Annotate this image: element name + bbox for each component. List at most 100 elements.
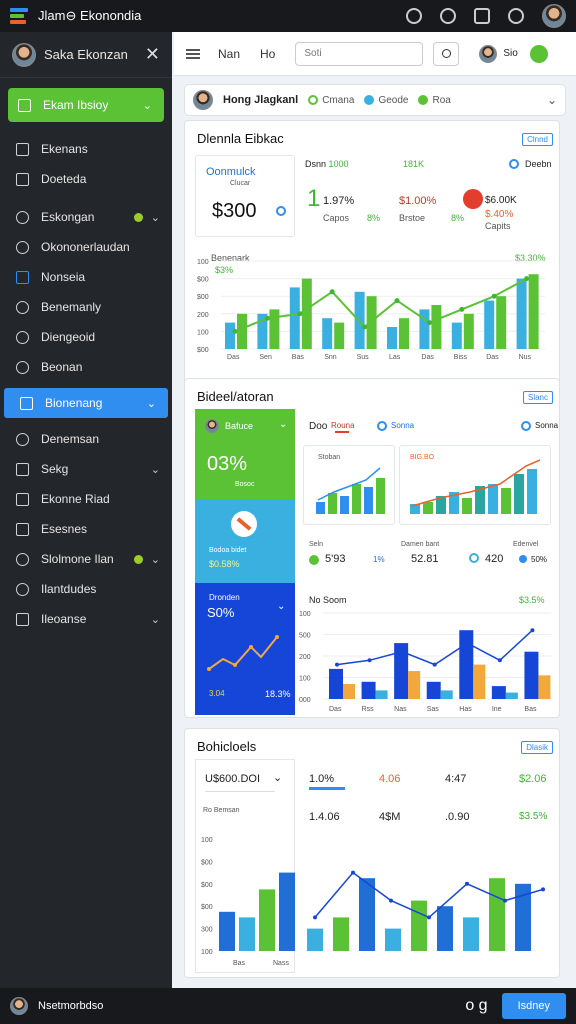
mini-bar bbox=[514, 474, 524, 514]
trend-point bbox=[497, 658, 502, 663]
radio-icon[interactable] bbox=[377, 421, 387, 431]
chevron-down-icon[interactable]: ⌄ bbox=[547, 93, 557, 107]
radio-icon[interactable] bbox=[509, 159, 519, 169]
filter-chip-3[interactable]: Roa bbox=[418, 95, 451, 106]
bar bbox=[440, 690, 453, 699]
dot-icon bbox=[519, 555, 527, 563]
mini-bar bbox=[352, 484, 361, 514]
sidebar-item-6[interactable]: Benemanly bbox=[0, 292, 172, 322]
sidebar-item-2[interactable]: Doeteda bbox=[0, 164, 172, 194]
trend-point bbox=[427, 915, 431, 920]
panel-title: Bohicloels bbox=[197, 739, 257, 754]
panel-button[interactable]: Slanc bbox=[522, 391, 553, 404]
sidebar-item-0[interactable]: Ekam Ibsioy ⌄ bbox=[8, 88, 164, 122]
search-button[interactable] bbox=[433, 41, 460, 66]
trend-point bbox=[465, 881, 469, 886]
x-tick-label: Das bbox=[227, 354, 240, 361]
close-icon[interactable]: ✕ bbox=[145, 44, 160, 65]
mini-chart-1[interactable]: Stoban bbox=[303, 445, 395, 525]
bar bbox=[431, 305, 442, 349]
globe-icon[interactable] bbox=[440, 8, 456, 24]
folder-icon bbox=[16, 142, 29, 156]
header-user-name: Sio bbox=[503, 48, 518, 59]
stat-3-percent: $.40% bbox=[485, 209, 514, 220]
sidebar-item-8[interactable]: Beonan bbox=[0, 352, 172, 382]
sidebar-item-7[interactable]: Diengeoid bbox=[0, 322, 172, 352]
sidebar-item-13[interactable]: Esesnes bbox=[0, 514, 172, 544]
sidebar-item-9[interactable]: Bionenang ⌄ bbox=[4, 388, 168, 418]
bar bbox=[361, 681, 376, 699]
radio-icon[interactable] bbox=[521, 421, 531, 431]
lock-icon[interactable] bbox=[474, 8, 490, 24]
bar bbox=[219, 911, 235, 951]
sidebar-item-11[interactable]: Sekg ⌄ bbox=[0, 454, 172, 484]
header-user[interactable]: Sio bbox=[479, 44, 518, 63]
panel-button[interactable]: Dlasik bbox=[521, 741, 553, 754]
y-tick-label: $00 bbox=[197, 277, 209, 284]
filter-chip-1[interactable]: Cmana bbox=[308, 95, 354, 106]
tab-2[interactable]: Rouna bbox=[331, 421, 355, 430]
mini-chart-2[interactable]: BIG.BO bbox=[399, 445, 551, 525]
summary-card[interactable]: Oonmulck Clucar $300 bbox=[195, 155, 295, 237]
nav-link-2[interactable]: Ho bbox=[260, 47, 275, 61]
sidebar-item-5[interactable]: Nonseia bbox=[0, 262, 172, 292]
green-tile[interactable]: Bafuce ⌄ 03% Bosoc bbox=[195, 409, 295, 499]
bottom-action-button[interactable]: Isdney bbox=[501, 993, 566, 1019]
x-tick-label: Bas bbox=[524, 706, 537, 713]
sidebar-item-12[interactable]: Ekonne Riad bbox=[0, 484, 172, 514]
trend-point bbox=[400, 649, 405, 654]
filter-chip-2[interactable]: Geode bbox=[364, 95, 408, 106]
stat-label: Edenvel bbox=[513, 541, 539, 548]
period-dropdown[interactable]: U$600.DOI bbox=[205, 773, 260, 785]
sidebar-item-3[interactable]: Eskongan ⌄ bbox=[0, 202, 172, 232]
tab-4[interactable]: Sonna bbox=[535, 421, 558, 430]
sidebar-item-16[interactable]: Ileoanse ⌄ bbox=[0, 604, 172, 634]
teal-tile[interactable]: Bodoa bidet $0.58% bbox=[195, 499, 295, 583]
panel-button[interactable]: Clnnd bbox=[522, 133, 553, 146]
search-input[interactable] bbox=[295, 41, 424, 66]
list-icon bbox=[16, 492, 29, 506]
card-subtitle: Clucar bbox=[230, 180, 251, 187]
stat-label: Damen bant bbox=[401, 541, 440, 548]
tool-icon bbox=[231, 511, 257, 537]
x-tick-label: Las bbox=[389, 354, 401, 361]
blue-tile[interactable]: Dronden S0% ⌄ 3.04 18.3% bbox=[195, 583, 295, 715]
main-content: Nan Ho Sio Hong Jlagkanl Cmana Geode Roa… bbox=[174, 32, 576, 988]
bar bbox=[237, 313, 247, 349]
sidebar-item-1[interactable]: Ekenans bbox=[0, 134, 172, 164]
settings-icon[interactable] bbox=[406, 8, 422, 24]
nav-link-1[interactable]: Nan bbox=[218, 47, 240, 61]
avatar[interactable] bbox=[542, 4, 566, 28]
tab-underline bbox=[335, 431, 349, 433]
y-tick-label: 500 bbox=[299, 633, 311, 640]
bar bbox=[333, 917, 349, 951]
bottom-label: Nsetmorbdso bbox=[38, 1000, 104, 1012]
tab-1[interactable]: Doo bbox=[309, 421, 327, 432]
gear-icon[interactable] bbox=[508, 8, 524, 24]
sidebar: Saka Ekonzan ✕ Ekam Ibsioy ⌄ Ekenans Doe… bbox=[0, 32, 172, 988]
bar bbox=[279, 872, 295, 951]
stat-value: 5'93 bbox=[325, 553, 346, 565]
sidebar-item-label: Bionenang bbox=[45, 396, 103, 410]
menu-icon[interactable] bbox=[186, 48, 200, 59]
sidebar-item-15[interactable]: Ilantdudes bbox=[0, 574, 172, 604]
filter-bar: Hong Jlagkanl Cmana Geode Roa ⌄ bbox=[184, 84, 566, 116]
sidebar-item-10[interactable]: Denemsan bbox=[0, 424, 172, 454]
info-icon bbox=[276, 206, 286, 216]
filter-chip-label: Geode bbox=[378, 94, 409, 106]
bottom-icons[interactable]: o g bbox=[465, 997, 487, 1015]
alert-icon[interactable] bbox=[463, 189, 483, 209]
y-tick-label: 200 bbox=[197, 312, 209, 319]
mini-bar bbox=[501, 488, 511, 514]
panel-details: Bideel/atoran Slanc Bafuce ⌄ 03% Bosoc B… bbox=[184, 378, 560, 718]
stat-percent: 1% bbox=[373, 555, 385, 564]
trend-line bbox=[314, 871, 544, 919]
tab-3[interactable]: Sonna bbox=[391, 421, 414, 430]
sidebar-item-4[interactable]: Okononerlaudan bbox=[0, 232, 172, 262]
x-tick-label: Has bbox=[459, 706, 472, 713]
notification-icon[interactable] bbox=[529, 44, 548, 63]
chevron-down-icon[interactable]: ⌄ bbox=[273, 771, 282, 784]
stat-value: 420 bbox=[485, 553, 504, 565]
sidebar-item-14[interactable]: Slolmone Ilan ⌄ bbox=[0, 544, 172, 574]
stat-2-sub: Brstoe bbox=[399, 213, 426, 223]
